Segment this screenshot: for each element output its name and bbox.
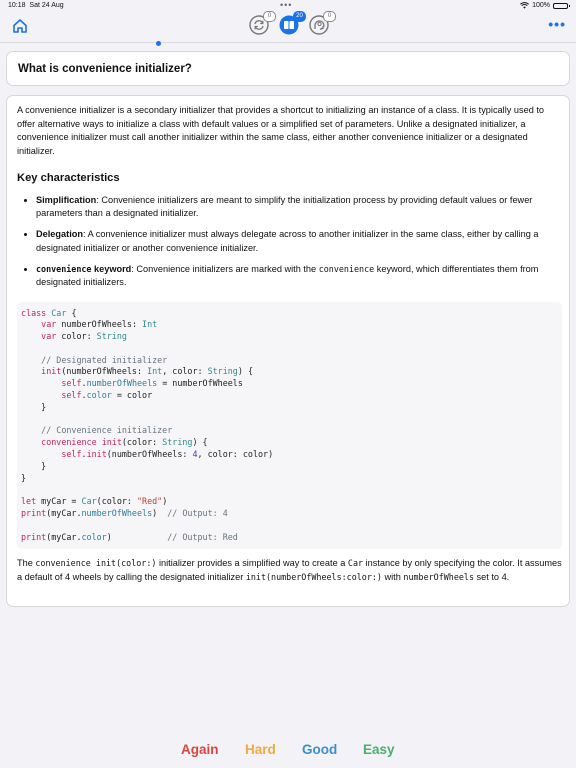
answer-card: A convenience initializer is a secondary… [6,95,570,607]
battery-percent: 100% [532,2,550,9]
inline-code: convenience init(color:) [35,558,157,569]
easy-button[interactable]: Easy [363,742,395,757]
list-item: Delegation: A convenience initializer mu… [36,228,562,255]
deck-mode-selector: 0 20 0 [248,11,336,36]
answer-outro: The convenience init(color:) initializer… [17,557,562,584]
outro-text: initializer provides a simplified way to… [156,558,348,569]
question-card: What is convenience initializer? [6,51,570,86]
bullet-text: : Convenience initializers are marked wi… [131,263,319,274]
progress-indicator-dot [156,41,161,46]
code-block: class Car { var numberOfWheels: Int var … [17,301,562,550]
multitasking-dots[interactable]: ••• [280,0,292,10]
outro-text: set to 4. [474,571,510,582]
list-item: convenience keyword: Convenience initial… [36,263,562,290]
section-heading: Key characteristics [17,172,120,184]
cards-mode-button[interactable]: 20 [278,11,306,36]
bullet-term-suffix: keyword [91,263,132,274]
answer-intro: A convenience initializer is a secondary… [17,105,545,156]
toolbar: 0 20 0 ••• [0,11,576,40]
status-bar: 10:18 Sat 24 Aug ••• 100% [0,0,576,12]
outro-text: The [17,558,36,569]
inline-code: init(numberOfWheels:color:) [245,571,382,582]
wifi-icon [520,2,530,9]
bullet-term: Delegation [36,229,83,239]
battery-icon [553,2,570,9]
again-button[interactable]: Again [181,742,219,757]
bullet-text: : Convenience initializers are meant to … [36,194,533,219]
cards-count-badge: 20 [293,11,306,22]
brain-count-badge: 0 [323,11,336,22]
inline-code: convenience [318,263,375,274]
answer-content: A convenience initializer is a secondary… [17,104,562,584]
repeat-count-badge: 0 [263,11,276,22]
repeat-mode-button[interactable]: 0 [248,11,276,36]
toolbar-divider [0,42,576,43]
more-button[interactable]: ••• [548,17,566,31]
bullet-term: Simplification [36,194,97,205]
ellipsis-icon: ••• [548,16,566,32]
house-icon [13,19,27,33]
characteristics-list: Simplification: Convenience initializers… [17,194,562,290]
list-item: Simplification: Convenience initializers… [36,194,562,221]
brain-mode-button[interactable]: 0 [308,11,336,36]
good-button[interactable]: Good [302,742,337,757]
question-text: What is convenience initializer? [18,63,192,75]
bullet-text: : A convenience initializer must always … [36,229,539,253]
hard-button[interactable]: Hard [245,742,276,757]
inline-code: numberOfWheels [403,571,474,582]
bullet-term-code: convenience [36,263,92,274]
outro-text: with [381,571,404,582]
bullet-term: convenience keyword [36,264,131,274]
code-listing: class Car { var numberOfWheels: Int var … [21,307,274,542]
home-button[interactable] [11,17,29,35]
status-right: 100% [520,2,570,9]
inline-code: Car [347,558,364,569]
rating-bar: Again Hard Good Easy [0,736,576,762]
status-time: 10:18 Sat 24 Aug [8,2,64,9]
